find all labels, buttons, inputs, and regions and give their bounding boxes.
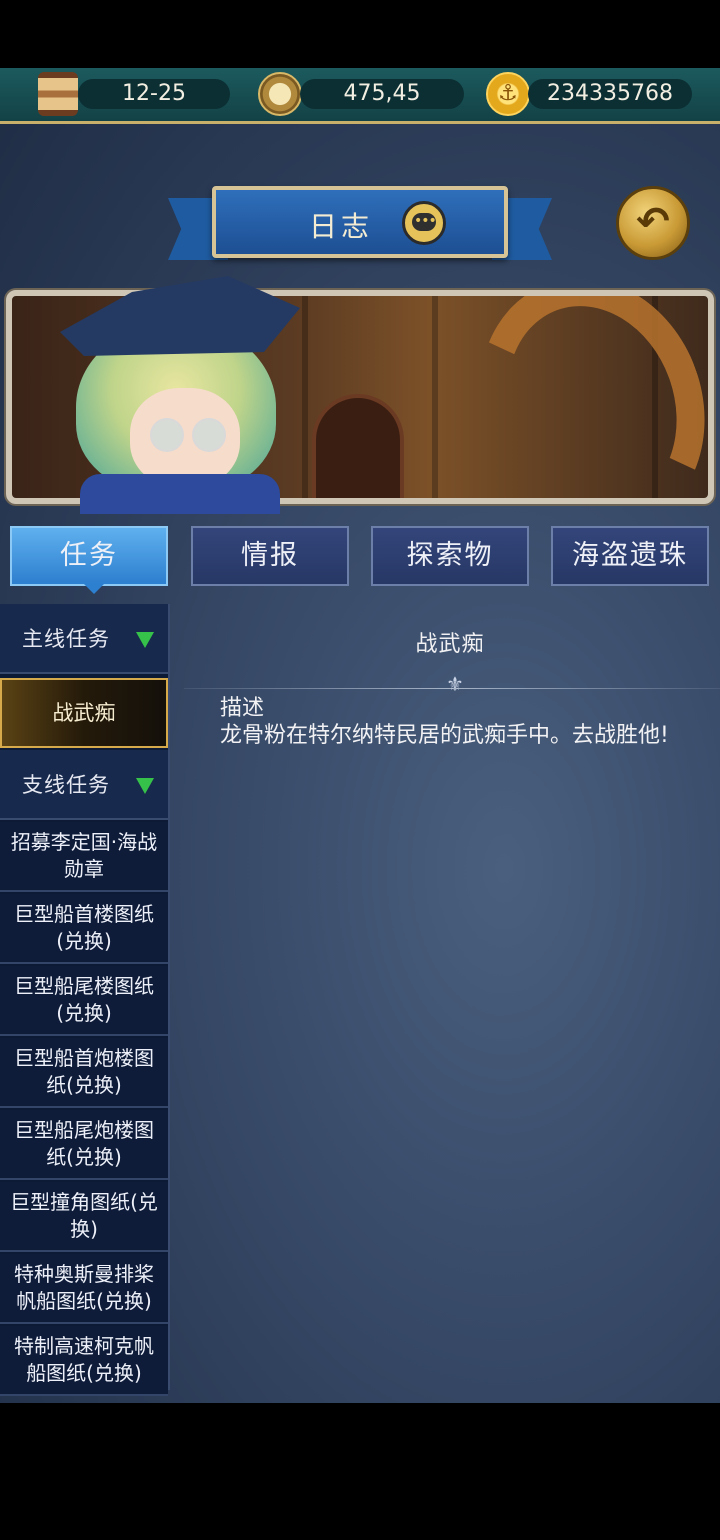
tab-intel[interactable]: 情报: [191, 526, 349, 586]
resource-bar: 12-25 475,45 ⚓ 234335768: [0, 68, 720, 124]
description-label: 描述: [220, 696, 265, 721]
coordinates-display: 475,45: [300, 79, 464, 109]
list-item[interactable]: 巨型撞角图纸(兑换): [0, 1182, 168, 1252]
character-portrait: [20, 268, 300, 514]
quest-title: 战武痴: [415, 632, 485, 657]
category-main-quests[interactable]: 主线任务: [0, 604, 168, 674]
game-screen: 12-25 475,45 ⚓ 234335768 日志 ↶ 任务 情报 探索物 …: [0, 68, 720, 1403]
list-item[interactable]: 巨型船尾炮楼图纸(兑换): [0, 1110, 168, 1180]
anchor-coin-icon: ⚓: [486, 72, 530, 116]
date-display: 12-25: [78, 79, 230, 109]
tab-quests[interactable]: 任务: [10, 526, 168, 594]
list-item[interactable]: 巨型船首楼图纸(兑换): [0, 894, 168, 964]
category-label: 主线任务: [22, 627, 110, 651]
quest-description: 龙骨粉在特尔纳特民居的武痴手中。去战胜他!: [220, 723, 669, 748]
triangle-down-icon: [136, 778, 154, 794]
list-item[interactable]: 招募李定国·海战勋章: [0, 822, 168, 892]
list-item[interactable]: 特制高速柯克帆船图纸(兑换): [0, 1326, 168, 1396]
quest-item-selected[interactable]: 战武痴: [0, 678, 168, 748]
back-button[interactable]: ↶: [616, 186, 690, 260]
list-item[interactable]: 巨型船首炮楼图纸(兑换): [0, 1038, 168, 1108]
tab-discoveries[interactable]: 探索物: [371, 526, 529, 586]
chat-bubble-icon[interactable]: [402, 201, 446, 245]
category-side-quests[interactable]: 支线任务: [0, 750, 168, 820]
back-arrow-icon: ↶: [636, 199, 670, 245]
tab-pirate-treasures[interactable]: 海盗遗珠: [551, 526, 709, 586]
gold-display: 234335768: [528, 79, 692, 109]
fleur-icon: ⚜: [446, 672, 464, 696]
hourglass-icon: [38, 72, 78, 116]
category-label: 支线任务: [22, 773, 110, 797]
compass-icon: [258, 72, 302, 116]
list-item[interactable]: 巨型船尾楼图纸(兑换): [0, 966, 168, 1036]
door-illustration: [312, 394, 404, 498]
triangle-down-icon: [136, 632, 154, 648]
title-banner: 日志: [212, 186, 508, 258]
staircase-illustration: [444, 296, 708, 498]
quest-list: 主线任务 战武痴 支线任务 招募李定国·海战勋章 巨型船首楼图纸(兑换) 巨型船…: [0, 604, 170, 1396]
list-item[interactable]: 特种奥斯曼排桨帆船图纸(兑换): [0, 1254, 168, 1324]
